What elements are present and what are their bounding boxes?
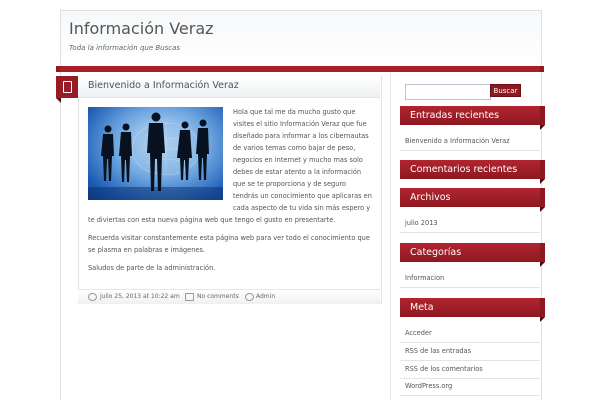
widget-divider: [400, 342, 540, 343]
search-input[interactable]: [405, 84, 491, 100]
document-icon: [63, 81, 72, 93]
widget-title-categories: Categorías: [400, 243, 540, 262]
post-title[interactable]: Bienvenido a Información Veraz: [88, 80, 239, 91]
post-paragraph-1-line: visites el sitio Información Veraz que f…: [233, 120, 367, 128]
meta-link-rss-comments[interactable]: RSS de los comentarios: [405, 365, 483, 373]
meta-link-wordpress[interactable]: WordPress.org: [405, 382, 452, 390]
widget-title-archives: Archivos: [400, 188, 540, 207]
widget-divider: [400, 395, 540, 396]
widget-divider: [400, 232, 540, 233]
widget-title-recent-posts: Entradas recientes: [400, 106, 540, 125]
post-paragraph-1-line: negocios en internet y mucho mas solo: [233, 156, 363, 164]
sidebar-divider: [390, 72, 391, 400]
post-author-link[interactable]: Admin: [256, 293, 275, 300]
site-description: Toda la información que Buscas: [69, 44, 181, 52]
post-paragraph-1-line: tendrás un conocimiento que aplicaras en: [233, 192, 372, 200]
post-paragraph-3: Saludos de parte de la administración.: [88, 264, 216, 272]
comment-icon: [185, 293, 194, 301]
post-flag-fold: [56, 98, 61, 103]
widget-fold: [540, 207, 545, 212]
widget-fold: [540, 317, 545, 322]
widget-tab: [540, 160, 545, 179]
post-paragraph-1-line: cada aspecto de tu vida sin más espero y: [233, 204, 371, 212]
post-paragraph-1-line: debes de estar atento a la información: [233, 168, 362, 176]
archive-link[interactable]: julio 2013: [405, 219, 438, 227]
post-meta-bar: julio 25, 2013 at 10:22 am No comments A…: [78, 289, 380, 304]
site-title[interactable]: Información Veraz: [69, 19, 214, 38]
widget-divider: [400, 150, 540, 151]
post-paragraph-2-line: se plasma en palabras e imágenes.: [88, 246, 205, 254]
business-people-illustration: [88, 112, 223, 200]
business-people-globe-image: [88, 107, 223, 200]
post-paragraph-1-last: te diviertas con esta nueva página web q…: [88, 216, 336, 224]
post-paragraph-1-line: de varios temas como bajar de peso,: [233, 144, 356, 152]
post-paragraph-1-line: diseñado para informar a los cibernautas: [233, 132, 369, 140]
post-title-bar: Bienvenido a Información Veraz: [78, 76, 380, 98]
widget-tab: [540, 243, 545, 262]
post-paragraph-1-line: Hola que tal me da mucho gusto que: [233, 108, 356, 116]
widget-tab: [540, 298, 545, 317]
widget-divider: [400, 360, 540, 361]
user-icon: [245, 293, 254, 301]
widget-tab: [540, 106, 545, 125]
meta-link-login[interactable]: Acceder: [405, 329, 432, 337]
widget-fold: [540, 179, 545, 184]
widget-title-recent-comments: Comentarios recientes: [400, 160, 540, 179]
post-paragraph-1-line: que se te proporciona y de seguro: [233, 180, 347, 188]
post-format-flag: [56, 76, 78, 98]
widget-divider: [400, 378, 540, 379]
post-comments-link[interactable]: No comments: [197, 293, 239, 300]
widget-title-meta: Meta: [400, 298, 540, 317]
search-button[interactable]: Buscar: [490, 84, 521, 97]
widget-fold: [540, 125, 545, 130]
top-ribbon-inner: [60, 66, 540, 72]
widget-tab: [540, 188, 545, 207]
category-link[interactable]: Informacion: [405, 274, 444, 282]
site-header: Información Veraz Toda la información qu…: [60, 10, 542, 67]
clock-icon: [88, 293, 97, 301]
meta-link-rss-entries[interactable]: RSS de las entradas: [405, 347, 471, 355]
recent-post-link[interactable]: Bienvenido a Información Veraz: [405, 137, 510, 145]
post-paragraph-2-line: Recuerda visitar constantemente esta pág…: [88, 234, 370, 242]
widget-fold: [540, 262, 545, 267]
widget-divider: [400, 287, 540, 288]
post-date: julio 25, 2013 at 10:22 am: [100, 293, 180, 300]
